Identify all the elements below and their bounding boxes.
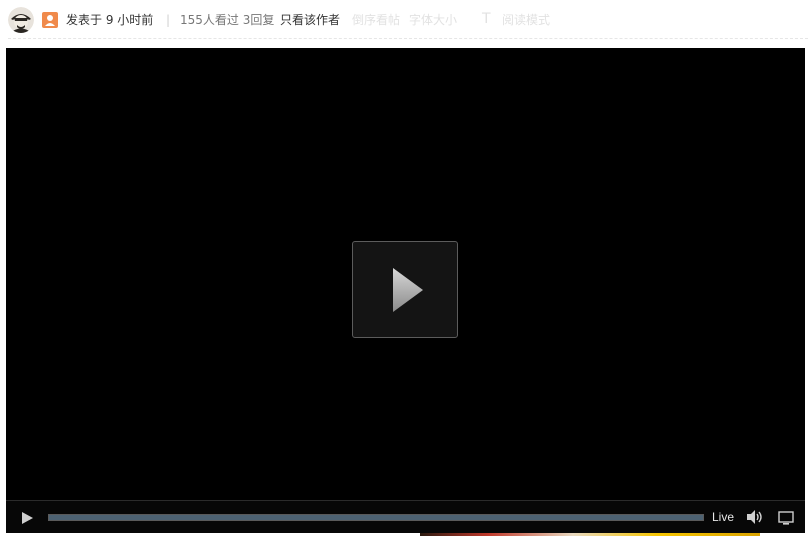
meta-separator: | [166, 13, 171, 27]
live-label: Live [712, 510, 735, 524]
volume-button[interactable] [746, 509, 764, 525]
reading-mode-link[interactable]: 阅读模式 [502, 12, 550, 28]
post-meta-bar: 发表于 9 小时前 | 155人看过 3回复 只看该作者 倒序看帖 字体大小 T… [0, 0, 809, 40]
posted-time: 发表于 9 小时前 [66, 13, 154, 27]
only-author-link[interactable]: 只看该作者 [280, 12, 340, 28]
progress-bar[interactable] [48, 514, 704, 521]
volume-icon [747, 510, 762, 524]
big-play-icon [393, 268, 423, 312]
user-badge-icon [42, 12, 58, 28]
play-button[interactable] [20, 510, 34, 524]
divider [8, 38, 808, 39]
reverse-view-link[interactable]: 倒序看帖 [352, 12, 400, 28]
fullscreen-icon [778, 511, 794, 525]
progress-fill [49, 515, 703, 520]
view-reply-stats: 155人看过 3回复 [180, 13, 275, 27]
play-icon [22, 512, 33, 524]
video-player[interactable]: Live [6, 48, 805, 533]
player-controls: Live [6, 500, 805, 533]
big-play-button[interactable] [352, 241, 458, 338]
fullscreen-button[interactable] [778, 510, 794, 525]
font-size-icon[interactable]: T [482, 11, 491, 27]
font-size-link[interactable]: 字体大小 [409, 12, 457, 28]
avatar[interactable] [8, 7, 34, 33]
